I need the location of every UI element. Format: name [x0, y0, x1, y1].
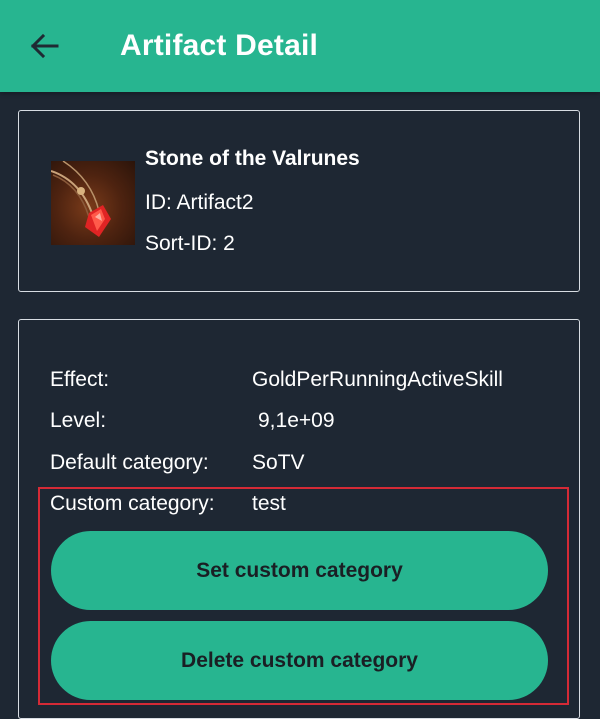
page-title: Artifact Detail	[120, 29, 319, 62]
app-bar: Artifact Detail	[0, 0, 600, 92]
artifact-image	[51, 161, 135, 245]
arrow-left-icon	[30, 33, 59, 59]
effect-value: GoldPerRunningActiveSkill	[252, 368, 503, 391]
custom-category-value: test	[252, 492, 286, 515]
artifact-id: ID: Artifact2	[145, 191, 254, 214]
back-button[interactable]	[22, 24, 66, 68]
default-category-label: Default category:	[50, 451, 209, 474]
level-label: Level:	[50, 409, 107, 432]
set-custom-category-button[interactable]: Set custom category	[51, 531, 548, 610]
artifact-sort-id: Sort-ID: 2	[145, 232, 235, 255]
effect-label: Effect:	[50, 368, 110, 391]
default-category-value: SoTV	[252, 451, 305, 474]
delete-custom-category-button[interactable]: Delete custom category	[51, 621, 548, 700]
artifact-header-card: Stone of the Valrunes ID: Artifact2 Sort…	[18, 110, 580, 292]
custom-category-label: Custom category:	[50, 492, 215, 515]
level-value: 9,1e+09	[258, 409, 335, 432]
artifact-name: Stone of the Valrunes	[145, 147, 360, 170]
